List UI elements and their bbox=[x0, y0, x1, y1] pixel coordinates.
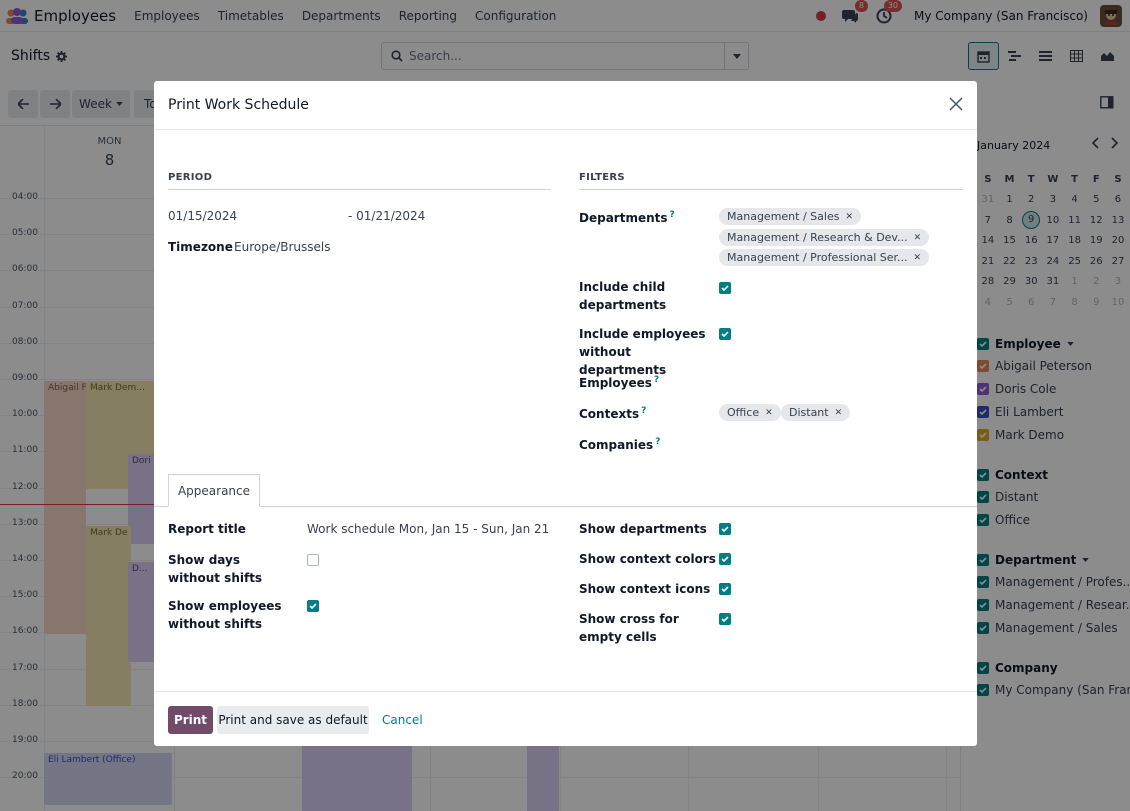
check-icon bbox=[721, 586, 729, 592]
check-icon bbox=[721, 556, 729, 562]
close-button[interactable] bbox=[949, 97, 965, 113]
department-tag: Management / Research & Dev... ✕ bbox=[719, 229, 930, 246]
timezone-select[interactable]: Europe/Brussels bbox=[234, 238, 331, 256]
show-cross-empty-cells-label: Show cross for empty cells bbox=[579, 612, 679, 644]
check-icon bbox=[721, 331, 729, 337]
cancel-button[interactable]: Cancel bbox=[382, 706, 423, 734]
companies-label: Companies? bbox=[579, 437, 661, 452]
show-departments-checkbox[interactable] bbox=[719, 523, 731, 535]
show-context-colors-checkbox[interactable] bbox=[719, 553, 731, 565]
help-tooltip-icon[interactable]: ? bbox=[654, 375, 659, 385]
remove-tag-icon[interactable]: ✕ bbox=[914, 233, 922, 243]
show-employees-without-shifts-checkbox[interactable] bbox=[307, 600, 319, 612]
companies-input[interactable] bbox=[719, 433, 959, 451]
show-employees-without-shifts-label: Show employees without shifts bbox=[168, 599, 282, 631]
remove-tag-icon[interactable]: ✕ bbox=[845, 212, 853, 222]
report-title-label: Report title bbox=[168, 522, 246, 536]
date-from-field[interactable]: 01/15/2024 bbox=[168, 207, 237, 225]
timezone-label: Timezone bbox=[168, 240, 233, 254]
report-title-input[interactable]: Work schedule Mon, Jan 15 - Sun, Jan 21 bbox=[307, 520, 549, 538]
period-section-title: PERIOD bbox=[168, 172, 551, 190]
department-tag: Management / Professional Ser... ✕ bbox=[719, 249, 930, 266]
show-days-without-shifts-label: Show days without shifts bbox=[168, 553, 263, 585]
print-button[interactable]: Print bbox=[168, 706, 213, 734]
remove-tag-icon[interactable]: ✕ bbox=[765, 408, 773, 418]
show-cross-empty-cells-checkbox[interactable] bbox=[719, 613, 731, 625]
check-icon bbox=[309, 603, 317, 609]
employees-input[interactable] bbox=[719, 371, 959, 389]
show-context-icons-label: Show context icons bbox=[579, 582, 711, 596]
check-icon bbox=[721, 285, 729, 291]
show-departments-label: Show departments bbox=[579, 522, 707, 536]
check-icon bbox=[721, 616, 729, 622]
context-tag: Distant ✕ bbox=[781, 404, 851, 421]
modal-title: Print Work Schedule bbox=[168, 97, 309, 113]
help-tooltip-icon[interactable]: ? bbox=[641, 406, 646, 416]
tab-appearance[interactable]: Appearance bbox=[168, 474, 260, 507]
contexts-label: Contexts? bbox=[579, 406, 647, 421]
employees-label: Employees? bbox=[579, 375, 660, 390]
print-save-default-button[interactable]: Print and save as default bbox=[217, 706, 369, 734]
filters-section-title: FILTERS bbox=[579, 172, 963, 190]
help-tooltip-icon[interactable]: ? bbox=[655, 437, 660, 447]
include-child-departments-label: Include child departments bbox=[579, 280, 667, 312]
include-no-department-checkbox[interactable] bbox=[719, 328, 731, 340]
context-tag: Office ✕ bbox=[719, 404, 781, 421]
remove-tag-icon[interactable]: ✕ bbox=[835, 408, 843, 418]
help-tooltip-icon[interactable]: ? bbox=[670, 210, 675, 220]
check-icon bbox=[721, 526, 729, 532]
modal-header: Print Work Schedule bbox=[154, 81, 977, 130]
show-context-icons-checkbox[interactable] bbox=[719, 583, 731, 595]
remove-tag-icon[interactable]: ✕ bbox=[914, 253, 922, 263]
departments-label: Departments? bbox=[579, 210, 675, 225]
show-days-without-shifts-checkbox[interactable] bbox=[307, 554, 319, 566]
department-tag: Management / Sales ✕ bbox=[719, 208, 861, 225]
tabs-divider bbox=[154, 506, 977, 507]
show-context-colors-label: Show context colors bbox=[579, 552, 716, 566]
include-child-departments-checkbox[interactable] bbox=[719, 282, 731, 294]
close-icon bbox=[949, 97, 963, 111]
print-work-schedule-dialog: Print Work Schedule PERIOD 01/15/2024 - … bbox=[154, 81, 977, 746]
date-to-field[interactable]: - 01/21/2024 bbox=[348, 207, 425, 225]
modal-footer: Print Print and save as default Cancel bbox=[154, 691, 977, 746]
